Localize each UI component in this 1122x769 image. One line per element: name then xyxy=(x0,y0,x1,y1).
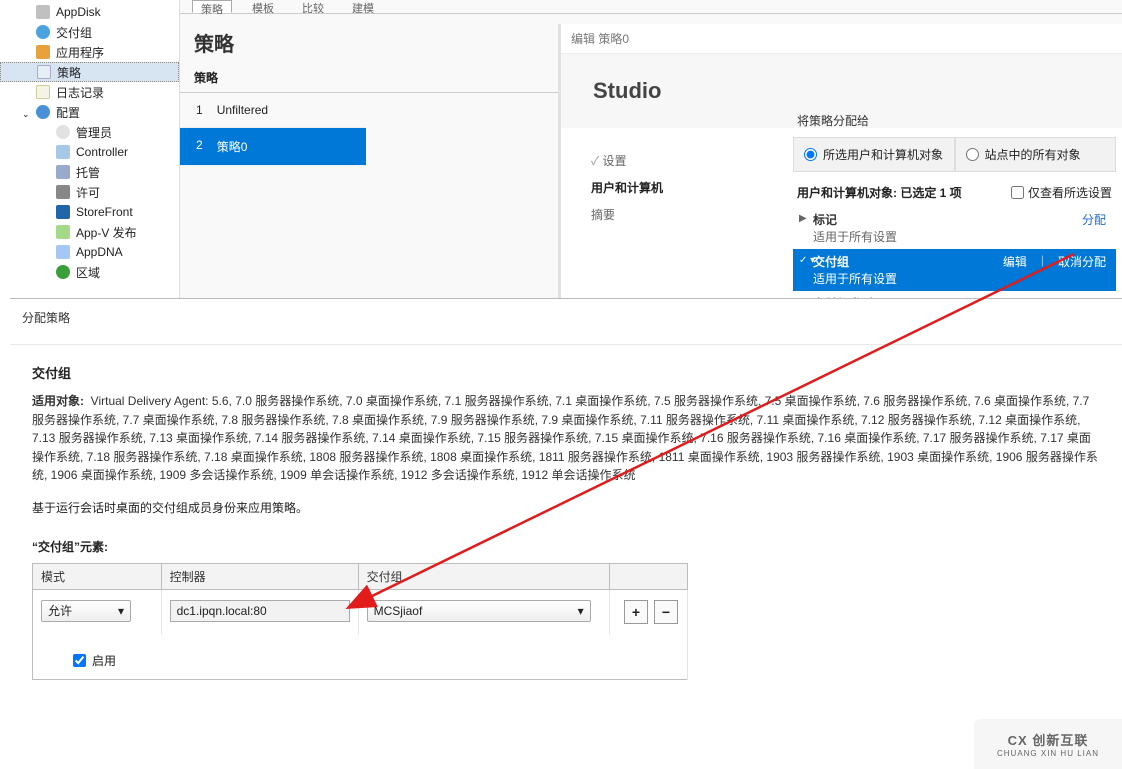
tree-label: AppDisk xyxy=(56,5,101,19)
radio-all-input[interactable] xyxy=(966,148,979,161)
check-icon: ✓ ▾ xyxy=(799,255,815,266)
setting-tag[interactable]: ▶标记适用于所有设置分配 xyxy=(793,207,1116,249)
policy-icon xyxy=(37,65,51,79)
tree-admin[interactable]: 管理员 xyxy=(0,122,179,142)
tab-compare[interactable]: 比较 xyxy=(294,0,332,13)
tree-appdisk[interactable]: AppDisk xyxy=(0,2,179,22)
config-icon xyxy=(36,105,50,119)
link-edit[interactable]: 编辑 xyxy=(1003,253,1027,270)
controller-input[interactable]: dc1.ipqn.local:80 xyxy=(170,600,350,622)
tab-bar: 策略 模板 比较 建模 xyxy=(180,0,1122,14)
store-icon xyxy=(56,205,70,219)
dialog-note: 基于运行会话时桌面的交付组成员身份来应用策略。 xyxy=(32,499,1100,516)
col-mode[interactable]: 模式 xyxy=(33,563,162,589)
controller-icon xyxy=(56,145,70,159)
elements-grid: 模式 控制器 交付组 允许▾ dc1.ipqn.local:80 MCSjiao… xyxy=(32,563,688,680)
tab-templates[interactable]: 模板 xyxy=(244,0,282,13)
step-settings[interactable]: 设置 xyxy=(591,152,663,169)
col-controller[interactable]: 控制器 xyxy=(161,563,358,589)
step-summary[interactable]: 摘要 xyxy=(591,206,663,223)
elements-label: “交付组”元素: xyxy=(32,538,1100,555)
tree-applications[interactable]: 应用程序 xyxy=(0,42,179,62)
group-select[interactable]: MCSjiaof▾ xyxy=(367,600,591,622)
admin-icon xyxy=(56,125,70,139)
chk-view-selected[interactable]: 仅查看所选设置 xyxy=(1011,184,1112,201)
setting-delivery-group[interactable]: ✓ ▾交付组适用于所有设置编辑|取消分配 xyxy=(793,249,1116,291)
enable-checkbox[interactable]: 启用 xyxy=(41,652,679,669)
tree-zones[interactable]: 区域 xyxy=(0,262,179,282)
col-group[interactable]: 交付组 xyxy=(358,563,609,589)
breadcrumb: 编辑 策略0 xyxy=(561,24,1122,54)
app-icon xyxy=(36,45,50,59)
policy-row-0[interactable]: 2策略0 xyxy=(180,128,366,166)
tab-modeling[interactable]: 建模 xyxy=(344,0,382,13)
chevron-down-icon[interactable]: ⌄ xyxy=(22,109,32,119)
policy-editor: 编辑 策略0 Studio 设置 用户和计算机 摘要 将策略分配给 所选用户和计… xyxy=(558,24,1122,300)
enable-input[interactable] xyxy=(73,654,86,667)
add-row-button[interactable]: + xyxy=(624,600,648,624)
tree-policies[interactable]: 策略 xyxy=(0,62,179,82)
policy-list: 1Unfiltered 2策略0 xyxy=(180,93,366,166)
studio-title: Studio xyxy=(593,78,661,104)
appv-icon xyxy=(56,225,70,239)
tree-appdna[interactable]: AppDNA xyxy=(0,242,179,262)
link-unassign[interactable]: 取消分配 xyxy=(1058,253,1106,270)
remove-row-button[interactable]: − xyxy=(654,600,678,624)
step-users[interactable]: 用户和计算机 xyxy=(591,179,663,196)
tree-storefront[interactable]: StoreFront xyxy=(0,202,179,222)
policy-row-unfiltered[interactable]: 1Unfiltered xyxy=(180,93,366,128)
users-icon xyxy=(36,25,50,39)
log-icon xyxy=(36,85,50,99)
selected-count: 用户和计算机对象: 已选定 1 项 xyxy=(797,184,962,201)
dialog-title: 分配策略 xyxy=(10,299,1122,345)
link-assign[interactable]: 分配 xyxy=(1082,211,1106,228)
tree-licensing[interactable]: 许可 xyxy=(0,182,179,202)
disk-icon xyxy=(36,5,50,19)
watermark: CX 创新互联 CHUANG XIN HU LIAN xyxy=(974,719,1122,769)
host-icon xyxy=(56,165,70,179)
globe-icon xyxy=(56,265,70,279)
radio-selected-input[interactable] xyxy=(804,148,817,161)
tree-appv[interactable]: App-V 发布 xyxy=(0,222,179,242)
assign-title: 将策略分配给 xyxy=(793,108,1116,137)
grid-row: 允许▾ dc1.ipqn.local:80 MCSjiaof▾ +− xyxy=(33,589,688,634)
chevron-down-icon: ▾ xyxy=(118,604,124,618)
radio-selected-objects[interactable]: 所选用户和计算机对象 xyxy=(793,137,955,172)
chk-view-selected-input[interactable] xyxy=(1011,186,1024,199)
radio-all-objects[interactable]: 站点中的所有对象 xyxy=(955,137,1117,172)
applies-text: 适用对象: Virtual Delivery Agent: 5.6, 7.0 服… xyxy=(32,392,1100,485)
tree-controller[interactable]: Controller xyxy=(0,142,179,162)
tab-policies[interactable]: 策略 xyxy=(192,0,232,13)
dialog-heading: 交付组 xyxy=(32,363,1100,382)
tree-delivery-group[interactable]: 交付组 xyxy=(0,22,179,42)
assign-policy-dialog: 分配策略 交付组 适用对象: Virtual Delivery Agent: 5… xyxy=(10,298,1122,769)
chevron-down-icon: ▾ xyxy=(578,604,584,618)
tree-logging[interactable]: 日志记录 xyxy=(0,82,179,102)
main-panel: 策略 模板 比较 建模 策略 策略 1Unfiltered 2策略0 编辑 策略… xyxy=(180,0,1122,300)
dna-icon xyxy=(56,245,70,259)
license-icon xyxy=(56,185,70,199)
wizard-steps: 设置 用户和计算机 摘要 xyxy=(591,152,663,223)
caret-right-icon: ▶ xyxy=(799,213,807,224)
mode-select[interactable]: 允许▾ xyxy=(41,600,131,622)
tree-configuration[interactable]: ⌄配置 xyxy=(0,102,179,122)
nav-tree: AppDisk 交付组 应用程序 策略 日志记录 ⌄配置 管理员 Control… xyxy=(0,0,180,300)
tree-hosting[interactable]: 托管 xyxy=(0,162,179,182)
